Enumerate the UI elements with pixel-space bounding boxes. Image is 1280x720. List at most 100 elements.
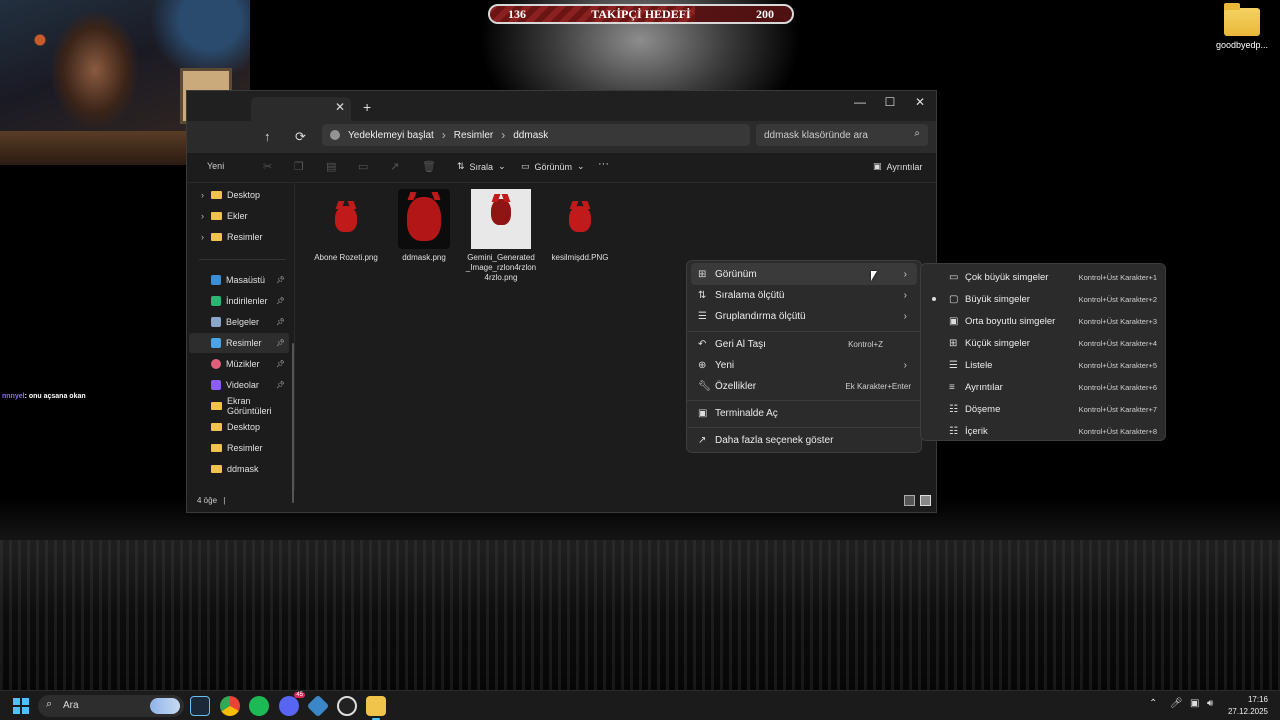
menu-item-open-in-terminal[interactable]: ▣ Terminalde Aç (691, 402, 917, 424)
sidebar-item-desktop-tree[interactable]: › Desktop (189, 185, 289, 205)
explorer-tab[interactable]: ✕ (251, 97, 351, 121)
chevron-up-icon[interactable]: ⌃ (1149, 698, 1157, 709)
details-view-icon[interactable] (904, 495, 915, 506)
file-item[interactable]: kesilmişdd.PNG (544, 189, 616, 263)
large-icons-view-icon[interactable] (920, 495, 931, 506)
sort-button[interactable]: ⇅ Sırala ⌄ (457, 161, 506, 172)
view-button[interactable]: ▭ Görünüm ⌄ (521, 161, 585, 172)
menu-item-new[interactable]: ⊕ Yeni › (691, 354, 917, 376)
menu-item-label: Geri Al Taşı (715, 338, 766, 350)
sidebar-item-indirilenler[interactable]: İndirilenler 📌︎ (189, 291, 289, 311)
sidebar-item-resimler-folder[interactable]: Resimler (189, 438, 289, 458)
submenu-item-medium-icons[interactable]: ▣ Orta boyutlu simgeler Kontrol+Üst Kara… (925, 310, 1161, 332)
microphone-icon[interactable]: 🎤︎ (1170, 698, 1183, 709)
volume-icon[interactable]: 🔊︎ (1207, 698, 1213, 709)
menu-item-group-by[interactable]: ☰ Gruplandırma ölçütü › (691, 305, 917, 327)
file-explorer-icon[interactable] (366, 696, 386, 720)
breadcrumb-item-ddmask[interactable]: ddmask (513, 130, 548, 141)
copy-icon[interactable]: ❐ (294, 160, 304, 173)
menu-item-label: Gruplandırma ölçütü (715, 310, 806, 322)
minimize-icon[interactable]: — (845, 95, 875, 109)
delete-icon[interactable]: 🗑︎ (422, 160, 436, 173)
search-input[interactable]: ddmask klasöründe ara ⌕ (756, 124, 928, 146)
sidebar-item-resimler[interactable]: Resimler 📌︎ (189, 333, 289, 353)
app-icon[interactable] (306, 694, 330, 718)
mask-icon (569, 206, 591, 232)
obs-icon[interactable] (337, 696, 357, 716)
sidebar-item-label: Videolar (226, 380, 259, 390)
submenu-item-extra-large-icons[interactable]: ▭ Çok büyük simgeler Kontrol+Üst Karakte… (925, 266, 1161, 288)
share-icon[interactable]: ↗ (390, 160, 399, 173)
status-bar: 4 öğe | (187, 490, 936, 512)
refresh-icon[interactable]: ⟳ (295, 129, 306, 145)
terminal-icon: ▣ (698, 407, 708, 419)
file-name: Gemini_Generated_Image_rzlon4rzlon4rzlo.… (465, 253, 537, 282)
close-icon[interactable]: ✕ (905, 95, 935, 109)
menu-item-show-more-options[interactable]: ↗ Daha fazla seçenek göster (691, 429, 917, 451)
desktop-folder-icon[interactable]: goodbyedp... (1214, 3, 1270, 50)
spotify-icon[interactable] (249, 696, 269, 716)
search-icon: ⌕ (914, 128, 920, 139)
submenu-item-tiles[interactable]: ☷ Döşeme Kontrol+Üst Karakter+7 (925, 398, 1161, 420)
view-label: Görünüm (534, 161, 573, 172)
clock[interactable]: 17:16 27.12.2025 (1228, 694, 1268, 718)
file-item[interactable]: Abone Rozeti.png (310, 189, 382, 263)
chat-user: nnnyel (2, 393, 25, 400)
sidebar-item-resimler-tree[interactable]: › Resimler (189, 227, 289, 247)
videos-icon (211, 380, 221, 390)
breadcrumb-separator: › (501, 128, 506, 142)
close-tab-icon[interactable]: ✕ (335, 100, 345, 114)
rename-icon[interactable]: ▭ (358, 160, 368, 173)
music-icon (211, 359, 221, 369)
submenu-item-shortcut: Kontrol+Üst Karakter+4 (1078, 338, 1157, 348)
sidebar-item-desktop[interactable]: Desktop (189, 417, 289, 437)
menu-separator (687, 400, 921, 401)
sidebar-item-label: İndirilenler (226, 296, 268, 306)
monitor-icon: ▢ (949, 293, 959, 305)
new-button[interactable]: Yeni (207, 161, 224, 171)
folder-icon (211, 402, 222, 410)
discord-icon[interactable]: 45 (279, 692, 305, 716)
documents-icon (211, 317, 221, 327)
monitor-icon[interactable]: ▣ (1190, 698, 1199, 709)
sidebar-item-ddmask[interactable]: ddmask (189, 459, 289, 479)
file-item[interactable]: Gemini_Generated_Image_rzlon4rzlon4rzlo.… (465, 189, 537, 283)
details-pane-button[interactable]: ▣ Ayrıntılar (873, 161, 922, 172)
submenu-item-large-icons[interactable]: ▢ Büyük simgeler Kontrol+Üst Karakter+2 (925, 288, 1161, 310)
menu-item-undo-move[interactable]: ↶ Geri Al Taşı Kontrol+Z (691, 333, 917, 355)
chrome-icon[interactable] (220, 696, 240, 716)
submenu-item-details[interactable]: ≡ Ayrıntılar Kontrol+Üst Karakter+6 (925, 376, 1161, 398)
submenu-item-small-icons[interactable]: ⊞ Küçük simgeler Kontrol+Üst Karakter+4 (925, 332, 1161, 354)
submenu-item-shortcut: Kontrol+Üst Karakter+5 (1078, 360, 1157, 370)
breadcrumb[interactable]: Yedeklemeyi başlat › Resimler › ddmask (322, 124, 750, 146)
maximize-icon[interactable]: ☐ (875, 95, 905, 109)
file-item[interactable]: ddmask.png (388, 189, 460, 263)
clock-time: 17:16 (1247, 695, 1268, 704)
submenu-item-content[interactable]: ☷ İçerik Kontrol+Üst Karakter+8 (925, 420, 1161, 442)
menu-item-sort-by[interactable]: ⇅ Sıralama ölçütü › (691, 284, 917, 306)
windows-start-icon[interactable] (13, 698, 29, 714)
steam-icon[interactable] (190, 696, 210, 716)
menu-item-label: Terminalde Aç (715, 407, 778, 419)
cloud-backup-icon (330, 130, 340, 140)
menu-item-properties[interactable]: 🔧︎ Özellikler Ek Karakter+Enter (691, 375, 917, 397)
more-options-icon[interactable]: ··· (598, 158, 609, 170)
up-arrow-icon[interactable]: ↑ (264, 129, 271, 144)
sidebar-scrollbar[interactable] (292, 343, 294, 503)
sidebar-item-ekler[interactable]: › Ekler (189, 206, 289, 226)
submenu-item-list[interactable]: ☰ Listele Kontrol+Üst Karakter+5 (925, 354, 1161, 376)
sidebar-item-belgeler[interactable]: Belgeler 📌︎ (189, 312, 289, 332)
menu-item-view[interactable]: ⊞ Görünüm › (691, 263, 917, 285)
file-thumbnail (471, 189, 531, 249)
cut-icon[interactable]: ✂ (263, 160, 272, 173)
breadcrumb-item-backup[interactable]: Yedeklemeyi başlat (348, 130, 434, 141)
sidebar-item-videolar[interactable]: Videolar 📌︎ (189, 375, 289, 395)
breadcrumb-item-pictures[interactable]: Resimler (454, 130, 493, 141)
taskbar-search[interactable]: ⌕ Ara (38, 695, 184, 717)
sidebar-item-ekran-goruntuleri[interactable]: Ekran Görüntüleri (189, 396, 289, 416)
paste-icon[interactable]: ▤ (326, 160, 336, 173)
undo-icon: ↶ (698, 338, 707, 350)
sidebar-item-masaustu[interactable]: Masaüstü 📌︎ (189, 270, 289, 290)
add-tab-icon[interactable]: + (363, 99, 371, 115)
sidebar-item-muzikler[interactable]: Müzikler 📌︎ (189, 354, 289, 374)
